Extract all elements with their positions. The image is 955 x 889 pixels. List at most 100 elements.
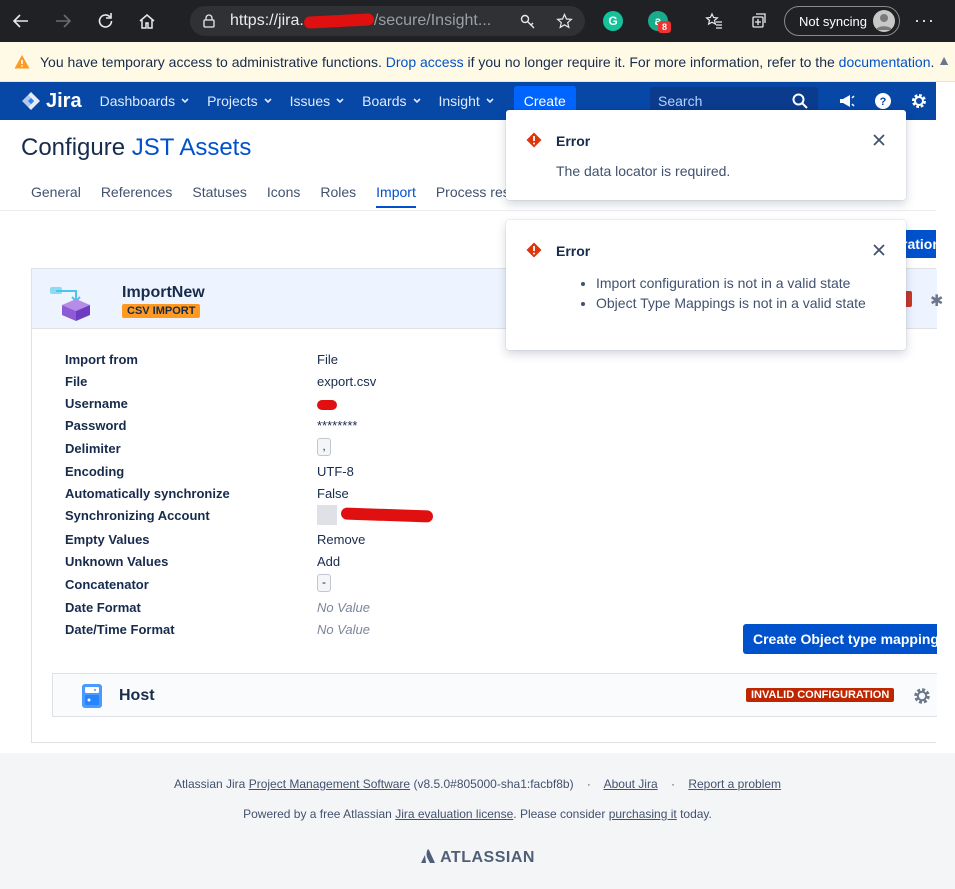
favorite-star-icon[interactable] xyxy=(556,13,573,30)
detail-label: Unknown Values xyxy=(65,554,169,569)
license-link[interactable]: Jira evaluation license xyxy=(395,807,513,821)
chevron-down-icon xyxy=(412,98,421,104)
sync-status-button[interactable]: Not syncing xyxy=(784,6,900,36)
user-avatar xyxy=(317,505,337,525)
home-button[interactable] xyxy=(126,0,168,42)
drop-access-link[interactable]: Drop access xyxy=(386,54,464,70)
tab-general[interactable]: General xyxy=(21,174,91,210)
detail-label: Import from xyxy=(65,352,138,367)
footer-version: (v8.5.0#805000-sha1:facbf8b) xyxy=(413,777,574,791)
detail-label: Username xyxy=(65,396,128,411)
footer-text: Powered by a free Atlassian xyxy=(243,807,392,821)
forward-button[interactable] xyxy=(42,0,84,42)
csv-import-badge: CSV IMPORT xyxy=(122,304,201,318)
chevron-down-icon xyxy=(181,98,189,104)
separator-dot: · xyxy=(670,777,675,791)
profile-avatar-icon xyxy=(873,10,895,32)
footer-text: . Please consider xyxy=(513,807,606,821)
search-icon xyxy=(792,93,808,109)
favorites-icon[interactable] xyxy=(705,12,723,30)
more-menu-icon[interactable]: ··· xyxy=(914,10,935,31)
help-icon[interactable]: ? xyxy=(874,92,892,110)
tab-roles[interactable]: Roles xyxy=(310,174,366,210)
import-name: ImportNew xyxy=(122,284,205,301)
about-jira-link[interactable]: About Jira xyxy=(604,777,658,791)
close-icon[interactable] xyxy=(872,243,886,257)
page-title-prefix: Configure xyxy=(21,134,132,161)
close-icon[interactable] xyxy=(872,133,886,147)
footer-text: today. xyxy=(680,807,712,821)
warning-icon xyxy=(14,54,30,68)
nav-insight[interactable]: Insight xyxy=(439,93,494,109)
nav-boards[interactable]: Boards xyxy=(362,93,421,109)
announcement-megaphone-icon[interactable] xyxy=(838,92,856,110)
detail-value: export.csv xyxy=(317,374,377,389)
detail-label: Date Format xyxy=(65,600,141,615)
footer-line-2: Powered by a free Atlassian Jira evaluat… xyxy=(0,807,955,821)
error-flag: Error Import configuration is not in a v… xyxy=(506,220,906,350)
address-bar[interactable]: https://jira./secure/Insight... xyxy=(190,6,585,36)
report-problem-link[interactable]: Report a problem xyxy=(688,777,781,791)
scroll-up-arrow-icon[interactable]: ▲ xyxy=(937,52,951,68)
jira-logo[interactable]: Jira xyxy=(20,90,82,113)
create-object-type-mapping-button[interactable]: Create Object type mapping xyxy=(743,624,937,654)
search-placeholder: Search xyxy=(658,93,703,109)
jira-logo-text: Jira xyxy=(46,89,82,112)
extension-badge: 8 xyxy=(658,21,671,33)
nav-dashboards[interactable]: Dashboards xyxy=(100,93,190,109)
concatenator-chip: - xyxy=(317,574,331,592)
detail-value: Remove xyxy=(317,532,366,547)
extension-icon[interactable]: a8 xyxy=(648,11,671,33)
host-label: Host xyxy=(119,687,155,704)
pm-software-link[interactable]: Project Management Software xyxy=(249,777,410,791)
home-icon xyxy=(139,14,155,29)
atlassian-wordmark: ATLASSIAN xyxy=(440,849,535,866)
atlassian-logo[interactable]: ATLASSIAN xyxy=(0,849,955,867)
sync-label: Not syncing xyxy=(799,13,867,29)
nav-label: Insight xyxy=(438,93,480,109)
back-button[interactable] xyxy=(0,0,42,42)
redacted-username xyxy=(317,396,337,411)
separator-dot: · xyxy=(586,777,591,791)
forward-arrow-icon xyxy=(56,14,72,28)
nav-issues[interactable]: Issues xyxy=(290,93,344,109)
delimiter-chip: , xyxy=(317,438,331,456)
host-settings-gear-icon[interactable] xyxy=(913,687,931,705)
invalid-configuration-badge: INVALID CONFIGURATION xyxy=(746,688,895,702)
admin-warning-banner: You have temporary access to administrat… xyxy=(0,42,955,82)
scrollbar-gutter[interactable] xyxy=(936,82,955,753)
detail-value: Add xyxy=(317,554,341,569)
banner-text: You have temporary access to administrat… xyxy=(40,53,382,70)
browser-toolbar: https://jira./secure/Insight... G a8 Not… xyxy=(0,0,955,42)
collections-icon[interactable] xyxy=(750,12,768,30)
schema-link[interactable]: JST Assets xyxy=(132,134,252,161)
nav-projects[interactable]: Projects xyxy=(207,93,272,109)
lock-icon xyxy=(203,14,215,28)
reload-button[interactable] xyxy=(84,0,126,42)
flag-title: Error xyxy=(556,133,591,149)
detail-value: ******** xyxy=(317,418,358,433)
tabs-divider xyxy=(0,210,936,211)
tab-icons[interactable]: Icons xyxy=(257,174,310,210)
key-icon[interactable] xyxy=(520,14,536,30)
reload-icon xyxy=(98,13,113,28)
back-arrow-icon xyxy=(12,14,28,28)
url-text: https://jira./secure/Insight... xyxy=(230,12,492,29)
purchase-link[interactable]: purchasing it xyxy=(609,807,677,821)
detail-value: No Value xyxy=(317,622,370,637)
redaction-mark xyxy=(303,12,375,29)
documentation-link[interactable]: documentation xyxy=(839,54,931,70)
error-icon xyxy=(526,242,542,258)
tab-references[interactable]: References xyxy=(91,174,183,210)
grammarly-extension-icon[interactable]: G xyxy=(603,11,623,31)
list-item: Object Type Mappings is not in a valid s… xyxy=(596,293,866,313)
page-title: Configure JST Assets xyxy=(21,134,251,162)
nav-label: Dashboards xyxy=(99,93,176,109)
settings-gear-icon[interactable] xyxy=(910,92,928,110)
detail-value: UTF-8 xyxy=(317,464,354,479)
tab-import[interactable]: Import xyxy=(366,174,426,210)
list-item: Import configuration is not in a valid s… xyxy=(596,273,866,293)
host-mapping-row[interactable]: Host INVALID CONFIGURATION xyxy=(52,673,937,717)
import-settings-gear-icon[interactable]: ✱ xyxy=(930,291,943,310)
tab-statuses[interactable]: Statuses xyxy=(182,174,256,210)
